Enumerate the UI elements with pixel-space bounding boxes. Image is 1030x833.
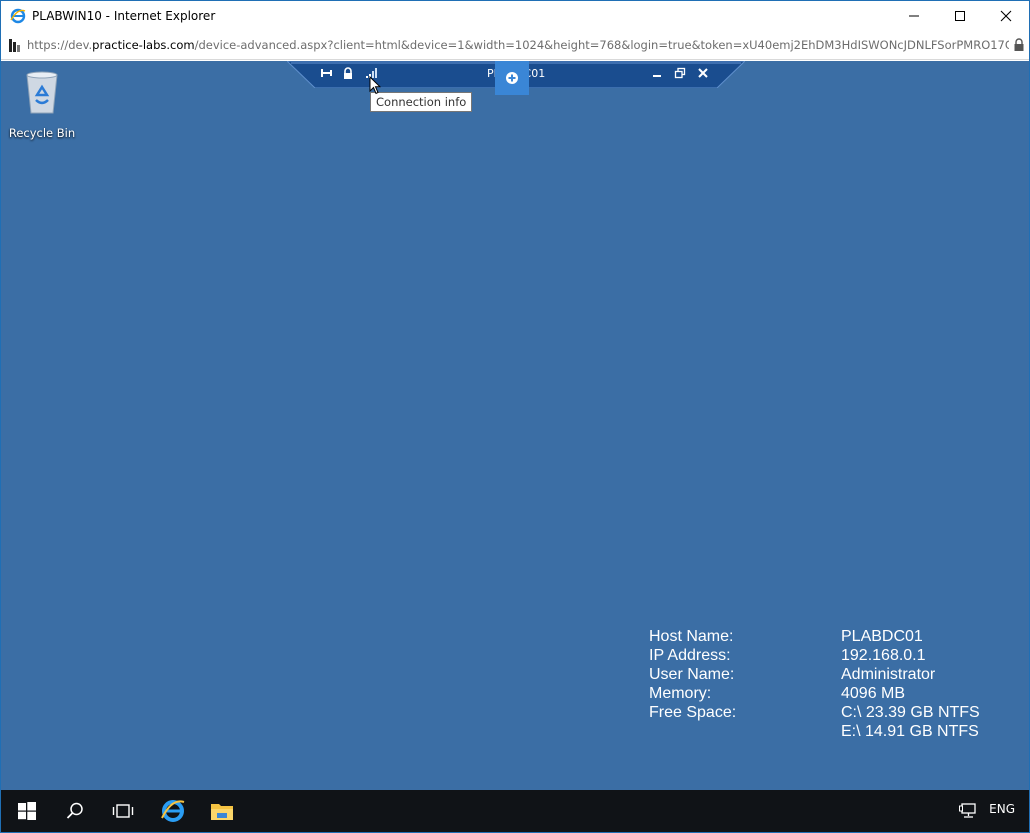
free-space-e-value: E:\ 14.91 GB NTFS	[841, 723, 979, 740]
memory-label: Memory:	[649, 685, 712, 702]
internet-explorer-icon	[161, 800, 185, 822]
url-path: /device-advanced.aspx?client=html&device…	[194, 38, 1009, 52]
recycle-bin[interactable]: Recycle Bin	[7, 69, 77, 140]
recycle-bin-icon	[26, 71, 58, 114]
lock-connection-button[interactable]	[340, 65, 356, 81]
close-icon	[698, 68, 708, 78]
free-space-label: Free Space:	[649, 704, 737, 721]
memory-row: Memory: 4096 MB	[649, 684, 980, 703]
user-name-label: User Name:	[649, 666, 735, 683]
pin-connection-button[interactable]	[319, 65, 335, 81]
window-controls	[891, 1, 1029, 31]
free-space-c-value: C:\ 23.39 GB NTFS	[841, 704, 980, 721]
title-bar: PLABWIN10 - Internet Explorer	[1, 1, 1029, 31]
memory-value: 4096 MB	[841, 685, 906, 702]
maximize-button[interactable]	[937, 1, 983, 31]
padlock-icon	[344, 66, 352, 79]
internet-explorer-icon	[9, 7, 27, 25]
close-button[interactable]	[983, 1, 1029, 31]
host-info-panel: Host Name: PLABDC01 IP Address: 192.168.…	[649, 627, 980, 741]
minimize-button[interactable]	[891, 1, 937, 31]
host-name-row: Host Name: PLABDC01	[649, 627, 980, 646]
url-field[interactable]: https://dev.practice-labs.com/device-adv…	[27, 38, 1009, 52]
ip-address-row: IP Address: 192.168.0.1	[649, 646, 980, 665]
close-icon	[1000, 10, 1012, 22]
user-name-row: User Name: Administrator	[649, 665, 980, 684]
taskbar: ENG	[1, 790, 1029, 832]
task-view-icon	[112, 804, 134, 818]
remote-close-button[interactable]	[695, 65, 711, 81]
free-space-row: Free Space: C:\ 23.39 GB NTFS	[649, 703, 980, 722]
ip-address-value: 192.168.0.1	[841, 647, 926, 664]
user-name-value: Administrator	[841, 666, 936, 683]
lock-icon[interactable]	[1013, 38, 1025, 52]
connection-info-tooltip: Connection info	[370, 92, 473, 112]
remote-restore-button[interactable]	[672, 65, 688, 81]
site-favicon-icon	[7, 37, 23, 53]
network-icon[interactable]	[959, 802, 977, 820]
mouse-pointer-icon	[369, 76, 381, 95]
browser-window: PLABWIN10 - Internet Explorer https://de…	[0, 0, 1030, 833]
start-button[interactable]	[3, 790, 51, 832]
free-space-e-row: E:\ 14.91 GB NTFS	[649, 722, 980, 741]
search-icon	[66, 802, 83, 819]
ip-address-label: IP Address:	[649, 647, 731, 664]
expand-tab-button[interactable]	[495, 61, 529, 95]
host-name-label: Host Name:	[649, 628, 734, 645]
host-name-value: PLABDC01	[841, 628, 923, 645]
task-view-button[interactable]	[99, 790, 147, 832]
connection-bar: PLABDC01	[287, 61, 745, 95]
maximize-icon	[955, 11, 965, 21]
window-title: PLABWIN10 - Internet Explorer	[32, 9, 216, 23]
free-space-spacer	[649, 722, 841, 741]
remote-minimize-button[interactable]	[649, 65, 665, 81]
plus-circle-icon	[506, 72, 518, 84]
restore-icon	[674, 67, 686, 79]
folder-icon	[211, 804, 233, 820]
search-button[interactable]	[51, 790, 99, 832]
taskbar-file-explorer[interactable]	[198, 790, 246, 832]
pin-icon	[321, 69, 332, 77]
windows-logo-icon	[18, 802, 36, 820]
input-language-indicator[interactable]: ENG	[989, 802, 1015, 816]
url-prefix: https://dev.	[27, 38, 93, 52]
remote-desktop[interactable]: Recycle Bin Connection info Host Name: P…	[1, 61, 1029, 790]
url-domain: practice-labs.com	[92, 38, 195, 52]
address-bar[interactable]: https://dev.practice-labs.com/device-adv…	[1, 31, 1029, 60]
minimize-icon	[653, 75, 661, 77]
recycle-bin-label: Recycle Bin	[8, 126, 76, 140]
minimize-icon	[909, 15, 919, 17]
taskbar-internet-explorer[interactable]	[149, 790, 197, 832]
